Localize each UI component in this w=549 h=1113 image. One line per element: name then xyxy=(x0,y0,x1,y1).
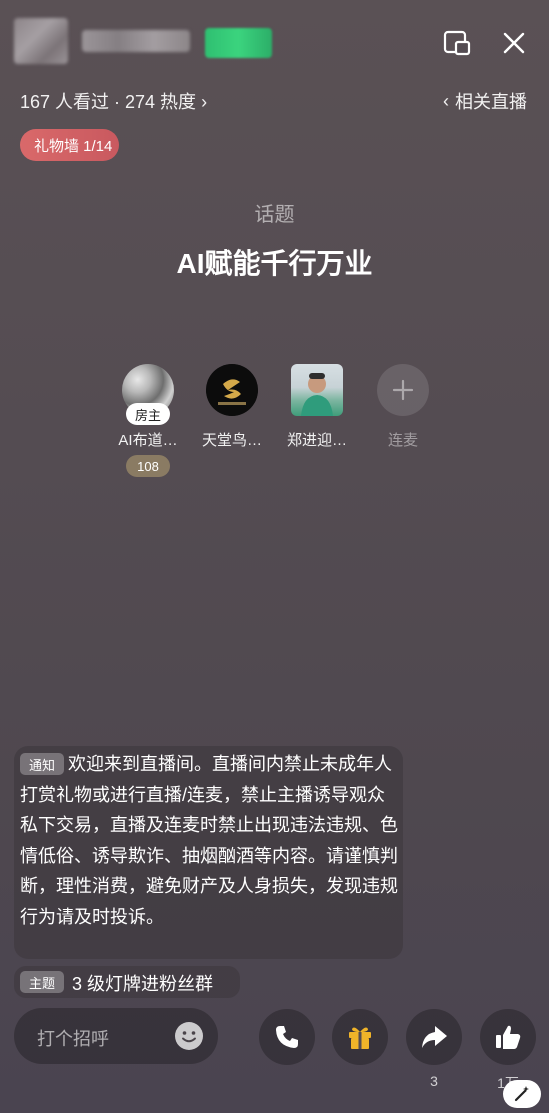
topic-label: 话题 xyxy=(254,204,295,226)
host-avatar[interactable] xyxy=(14,18,68,64)
share-button[interactable] xyxy=(406,1009,462,1065)
join-mic-label: 连麦 xyxy=(387,432,418,449)
notice-text: 欢迎来到直播间。直播间内禁止未成年人打赏礼物或进行直播/连麦，禁止主播诱导观众私… xyxy=(20,754,398,927)
close-icon[interactable] xyxy=(498,28,530,58)
owner-count-badge: 108 xyxy=(126,455,170,477)
owner-badge: 房主 xyxy=(126,403,170,425)
seat-avatar-2[interactable] xyxy=(206,364,258,416)
like-button[interactable] xyxy=(480,1009,536,1065)
topic-title: AI赋能千行万业 xyxy=(176,248,373,279)
host-name-blurred xyxy=(82,30,190,52)
float-window-icon[interactable] xyxy=(440,28,474,58)
join-mic-button[interactable] xyxy=(377,364,429,416)
theme-tag: 主题 xyxy=(20,971,64,993)
seat-avatar-3[interactable] xyxy=(291,364,343,416)
follow-button[interactable] xyxy=(205,28,272,58)
seat-name-3: 郑进迎… xyxy=(286,432,347,449)
theme-text: 3 级灯牌进粉丝群 xyxy=(72,974,214,994)
gift-icon xyxy=(349,1027,371,1049)
bird-logo-icon xyxy=(206,364,258,416)
gift-button[interactable] xyxy=(332,1009,388,1065)
magic-wand-icon[interactable] xyxy=(503,1080,541,1108)
related-live-label: 相关直播 xyxy=(455,92,527,112)
phone-button[interactable] xyxy=(259,1009,315,1065)
emoji-icon[interactable] xyxy=(172,1019,206,1053)
share-count: 3 xyxy=(430,1073,438,1089)
gift-wall-button[interactable]: 礼物墙 1/14 xyxy=(20,129,119,161)
related-live-link[interactable]: ‹ 相关直播 xyxy=(443,88,527,114)
thumbs-up-icon xyxy=(496,1025,521,1049)
phone-icon xyxy=(276,1026,298,1048)
plus-icon xyxy=(392,379,414,401)
notice-tag: 通知 xyxy=(20,753,64,775)
comment-placeholder: 打个招呼 xyxy=(37,1029,109,1049)
chevron-left-icon: ‹ xyxy=(443,90,449,111)
person-photo xyxy=(301,373,333,416)
viewer-stats[interactable]: 167 人看过 · 274 热度 › xyxy=(20,88,207,114)
share-icon xyxy=(422,1026,447,1048)
